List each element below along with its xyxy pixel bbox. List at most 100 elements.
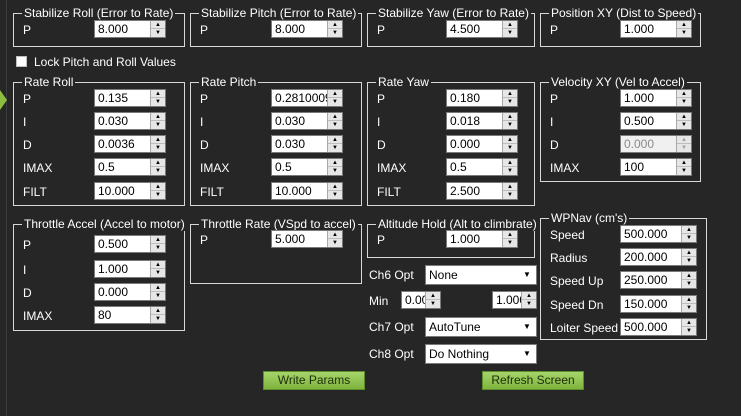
spin-down-icon[interactable]: ▼	[677, 98, 691, 106]
spin-down-icon[interactable]: ▼	[151, 191, 165, 199]
spin-down-icon[interactable]: ▼	[328, 167, 342, 175]
spin-up-icon[interactable]: ▲	[151, 236, 165, 244]
altitude-hold-p-input[interactable]: 1.000 ▲ ▼	[446, 230, 518, 248]
spin-up-icon[interactable]: ▲	[503, 90, 517, 98]
spin-down-icon[interactable]: ▼	[682, 234, 696, 242]
spin-up-icon[interactable]: ▲	[328, 136, 342, 144]
spin-up-icon[interactable]: ▲	[677, 113, 691, 121]
throttle-accel-p-input[interactable]: 0.500 ▲ ▼	[94, 235, 166, 253]
spin-down-icon[interactable]: ▼	[503, 191, 517, 199]
spin-down-icon[interactable]: ▼	[151, 144, 165, 152]
wpnav-speed-up-input[interactable]: 250.000 ▲ ▼	[620, 271, 697, 289]
spin-down-icon[interactable]: ▼	[426, 300, 440, 308]
spin-up-icon[interactable]: ▲	[503, 159, 517, 167]
spin-down-icon[interactable]: ▼	[151, 121, 165, 129]
throttle-rate-p-input[interactable]: 5.000 ▲ ▼	[271, 230, 343, 248]
chevron-down-icon[interactable]: ▼	[520, 347, 534, 361]
spin-down-icon[interactable]: ▼	[677, 29, 691, 37]
spin-up-icon[interactable]: ▲	[328, 90, 342, 98]
ch6-min-input[interactable]: 0.000 ▲ ▼	[401, 291, 441, 309]
spin-down-icon[interactable]: ▼	[151, 269, 165, 277]
spin-down-icon[interactable]: ▼	[503, 144, 517, 152]
position-xy-p-input[interactable]: 1.000 ▲ ▼	[620, 20, 692, 38]
spin-down-icon[interactable]: ▼	[328, 29, 342, 37]
spin-down-icon[interactable]: ▼	[503, 29, 517, 37]
rate-yaw-p-input[interactable]: 0.180 ▲ ▼	[446, 89, 518, 107]
spin-down-icon[interactable]: ▼	[151, 244, 165, 252]
spin-down-icon[interactable]: ▼	[151, 292, 165, 300]
spin-down-icon[interactable]: ▼	[151, 29, 165, 37]
stabilize-pitch-p-input[interactable]: 8.000 ▲ ▼	[271, 20, 343, 38]
velocity-xy-imax-input[interactable]: 100 ▲ ▼	[620, 158, 692, 176]
rate-roll-p-input[interactable]: 0.135 ▲ ▼	[94, 89, 166, 107]
spin-up-icon[interactable]: ▲	[682, 319, 696, 327]
spin-down-icon[interactable]: ▼	[682, 280, 696, 288]
spin-down-icon[interactable]: ▼	[151, 167, 165, 175]
spin-down-icon[interactable]: ▼	[151, 315, 165, 323]
wpnav-speed-dn-input[interactable]: 150.000 ▲ ▼	[620, 295, 697, 313]
panel-collapse-arrow-icon[interactable]	[0, 90, 7, 110]
spin-up-icon[interactable]: ▲	[151, 90, 165, 98]
spin-down-icon[interactable]: ▼	[503, 98, 517, 106]
wpnav-radius-input[interactable]: 200.000 ▲ ▼	[620, 248, 697, 266]
spin-down-icon[interactable]: ▼	[682, 304, 696, 312]
spin-down-icon[interactable]: ▼	[328, 144, 342, 152]
spin-up-icon[interactable]: ▲	[151, 307, 165, 315]
velocity-xy-p-input[interactable]: 1.000 ▲ ▼	[620, 89, 692, 107]
spin-up-icon[interactable]: ▲	[503, 183, 517, 191]
spin-up-icon[interactable]: ▲	[677, 159, 691, 167]
lock-pitch-roll-label[interactable]: Lock Pitch and Roll Values	[34, 55, 176, 69]
refresh-screen-button[interactable]: Refresh Screen	[482, 371, 584, 390]
chevron-down-icon[interactable]: ▼	[520, 320, 534, 334]
spin-up-icon[interactable]: ▲	[151, 183, 165, 191]
spin-up-icon[interactable]: ▲	[151, 284, 165, 292]
spin-down-icon[interactable]: ▼	[328, 98, 342, 106]
spin-up-icon[interactable]: ▲	[682, 296, 696, 304]
spin-down-icon[interactable]: ▼	[677, 167, 691, 175]
stabilize-roll-p-input[interactable]: 8.000 ▲ ▼	[94, 20, 166, 38]
spin-up-icon[interactable]: ▲	[426, 292, 440, 300]
spin-up-icon[interactable]: ▲	[677, 21, 691, 29]
spin-down-icon[interactable]: ▼	[677, 121, 691, 129]
rate-pitch-d-input[interactable]: 0.030 ▲ ▼	[271, 135, 343, 153]
spin-up-icon[interactable]: ▲	[151, 21, 165, 29]
rate-pitch-filt-input[interactable]: 10.000 ▲ ▼	[271, 182, 343, 200]
spin-up-icon[interactable]: ▲	[503, 21, 517, 29]
wpnav-loiter-speed-input[interactable]: 500.000 ▲ ▼	[620, 318, 697, 336]
stabilize-yaw-p-input[interactable]: 4.500 ▲ ▼	[446, 20, 518, 38]
spin-up-icon[interactable]: ▲	[328, 21, 342, 29]
lock-pitch-roll-checkbox[interactable]	[16, 56, 27, 67]
spin-down-icon[interactable]: ▼	[151, 98, 165, 106]
rate-roll-filt-input[interactable]: 10.000 ▲ ▼	[94, 182, 166, 200]
spin-up-icon[interactable]: ▲	[151, 159, 165, 167]
spin-up-icon[interactable]: ▲	[503, 231, 517, 239]
rate-pitch-p-input[interactable]: 0.2810009 ▲ ▼	[271, 89, 343, 107]
throttle-accel-imax-input[interactable]: 80 ▲ ▼	[94, 306, 166, 324]
throttle-accel-i-input[interactable]: 1.000 ▲ ▼	[94, 260, 166, 278]
spin-up-icon[interactable]: ▲	[682, 226, 696, 234]
spin-down-icon[interactable]: ▼	[328, 239, 342, 247]
rate-roll-imax-input[interactable]: 0.5 ▲ ▼	[94, 158, 166, 176]
spin-up-icon[interactable]: ▲	[328, 183, 342, 191]
ch6-max-input[interactable]: 1.000 ▲ ▼	[492, 291, 537, 309]
spin-up-icon[interactable]: ▲	[151, 136, 165, 144]
rate-yaw-d-input[interactable]: 0.000 ▲ ▼	[446, 135, 518, 153]
write-params-button[interactable]: Write Params	[263, 371, 365, 390]
spin-down-icon[interactable]: ▼	[328, 121, 342, 129]
spin-down-icon[interactable]: ▼	[503, 167, 517, 175]
spin-up-icon[interactable]: ▲	[328, 159, 342, 167]
spin-down-icon[interactable]: ▼	[503, 121, 517, 129]
spin-down-icon[interactable]: ▼	[522, 300, 536, 308]
wpnav-speed-input[interactable]: 500.000 ▲ ▼	[620, 225, 697, 243]
rate-yaw-filt-input[interactable]: 2.500 ▲ ▼	[446, 182, 518, 200]
spin-up-icon[interactable]: ▲	[328, 113, 342, 121]
ch8-opt-select[interactable]: Do Nothing ▼	[425, 344, 537, 364]
velocity-xy-i-input[interactable]: 0.500 ▲ ▼	[620, 112, 692, 130]
ch7-opt-select[interactable]: AutoTune ▼	[425, 317, 537, 337]
spin-up-icon[interactable]: ▲	[682, 249, 696, 257]
rate-roll-d-input[interactable]: 0.0036 ▲ ▼	[94, 135, 166, 153]
spin-down-icon[interactable]: ▼	[328, 191, 342, 199]
spin-up-icon[interactable]: ▲	[151, 113, 165, 121]
rate-pitch-imax-input[interactable]: 0.5 ▲ ▼	[271, 158, 343, 176]
rate-pitch-i-input[interactable]: 0.030 ▲ ▼	[271, 112, 343, 130]
